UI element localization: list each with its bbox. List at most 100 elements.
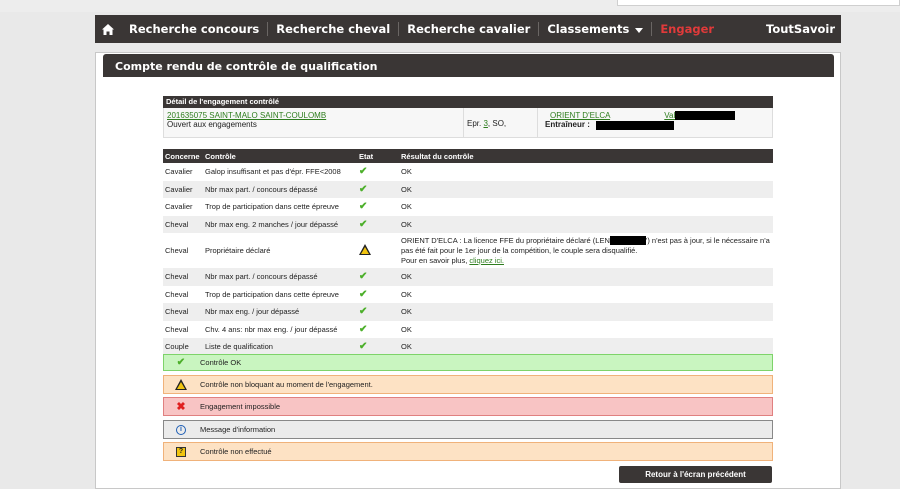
cell-resultat: ORIENT D'ELCA : La licence FFE du propri… xyxy=(399,233,773,268)
cell-concerne: Couple xyxy=(163,338,203,356)
browser-tab[interactable] xyxy=(617,0,900,6)
redacted-rider xyxy=(675,111,736,121)
cell-resultat: OK xyxy=(399,268,773,286)
cell-controle: Liste de qualification xyxy=(203,338,357,356)
epreuve-prefix: Epr. xyxy=(467,119,482,128)
table-row: Cheval Nbr max eng. 2 manches / jour dép… xyxy=(163,215,773,233)
check-icon: ✔ xyxy=(176,357,186,368)
cell-resultat: OK xyxy=(401,324,412,334)
nav-toutsavoir[interactable]: ToutSavoir xyxy=(766,22,841,36)
cell-resultat: OK xyxy=(399,338,773,356)
cell-controle: Nbr max part. / concours dépassé xyxy=(203,268,357,286)
check-icon: ✔ xyxy=(357,268,399,286)
cell-concerne: Cheval xyxy=(165,289,189,299)
legend-err: ✖ Engagement impossible xyxy=(163,397,773,416)
check-icon: ✔ xyxy=(357,303,399,321)
cell-controle: Nbr max part. / concours dépassé xyxy=(203,180,357,198)
nav-recherche-cheval[interactable]: Recherche cheval xyxy=(268,22,400,36)
report-panel: Compte rendu de contrôle de qualificatio… xyxy=(95,52,841,489)
rider-link[interactable]: Val xyxy=(664,111,675,120)
concours-link[interactable]: 201635075 SAINT-MALO SAINT-COULOMB xyxy=(167,111,326,120)
cell-controle: Propriétaire déclaré xyxy=(205,246,271,255)
col-etat: Etat xyxy=(357,149,399,163)
cell-resultat: OK xyxy=(399,303,773,321)
check-icon: ✔ xyxy=(357,338,399,356)
horse-link[interactable]: ORIENT D'ELCA xyxy=(550,111,610,120)
warning-text-a: ORIENT D'ELCA : La licence FFE du propri… xyxy=(401,235,610,245)
warning-icon xyxy=(357,233,399,268)
warning-text-c: Pour en savoir plus, xyxy=(401,255,468,265)
cell-controle: Trop de participation dans cette épreuve xyxy=(205,202,339,212)
table-row: Cavalier Nbr max part. / concours dépass… xyxy=(163,180,773,198)
check-icon: ✔ xyxy=(359,288,368,300)
cell-concerne: Cheval xyxy=(165,324,189,334)
cell-concerne: Cavalier xyxy=(163,180,203,198)
legend-warn-label: Contrôle non bloquant au moment de l'eng… xyxy=(200,380,373,389)
legend-ne-label: Contrôle non effectué xyxy=(200,447,272,456)
cell-resultat: OK xyxy=(399,215,773,233)
table-row: Cavalier Galop insuffisant et pas d'épr.… xyxy=(163,163,773,181)
cell-controle: Galop insuffisant et pas d'épr. FFE<2008 xyxy=(205,167,341,177)
col-concerne: Concerne xyxy=(163,149,203,163)
legend-ok-label: Contrôle OK xyxy=(200,358,242,367)
warning-icon xyxy=(172,379,190,390)
concours-status: Ouvert aux engagements xyxy=(167,120,257,129)
info-icon: i xyxy=(172,424,190,435)
legend-err-label: Engagement impossible xyxy=(200,402,281,411)
table-row: Cavalier Trop de participation dans cett… xyxy=(163,198,773,216)
legend-warn: Contrôle non bloquant au moment de l'eng… xyxy=(163,375,773,394)
nav-classements[interactable]: Classements xyxy=(539,22,653,36)
check-icon: ✔ xyxy=(357,215,399,233)
cliquez-ici-link[interactable]: cliquez ici. xyxy=(469,256,504,265)
nav-classements-label: Classements xyxy=(547,22,630,36)
cell-concerne: Cheval xyxy=(163,215,203,233)
back-button[interactable]: Retour à l'écran précédent xyxy=(619,466,772,483)
detail-body: 201635075 SAINT-MALO SAINT-COULOMB Ouver… xyxy=(163,108,773,138)
close-icon: ✖ xyxy=(176,401,186,413)
legend-not-done: ? Contrôle non effectué xyxy=(163,442,773,461)
cell-controle: Nbr max eng. 2 manches / jour dépassé xyxy=(203,215,357,233)
question-icon: ? xyxy=(172,446,190,457)
nav-recherche-concours[interactable]: Recherche concours xyxy=(121,22,269,36)
legend-info: i Message d'information xyxy=(163,420,773,439)
controls-table: Concerne Contrôle Etat Résultat du contr… xyxy=(163,149,773,356)
cell-controle: Nbr max eng. / jour dépassé xyxy=(203,303,357,321)
check-icon: ✔ xyxy=(359,166,368,178)
table-row: Cheval Nbr max part. / concours dépassé … xyxy=(163,268,773,286)
cell-controle: Trop de participation dans cette épreuve xyxy=(205,289,339,299)
redacted-trainer xyxy=(596,120,675,130)
check-icon: ✔ xyxy=(357,180,399,198)
cell-controle: Chv. 4 ans: nbr max eng. / jour dépassé xyxy=(205,324,338,334)
cell-concerne: Cheval xyxy=(165,246,189,255)
cell-concerne: Cheval xyxy=(163,268,203,286)
nav-recherche-cavalier[interactable]: Recherche cavalier xyxy=(399,22,540,36)
detail-header: Détail de l'engagement contrôlé xyxy=(163,96,773,108)
col-controle: Contrôle xyxy=(203,149,357,163)
cell-concerne: Cavalier xyxy=(165,202,193,212)
table-row: Cheval Nbr max eng. / jour dépassé ✔ OK xyxy=(163,303,773,321)
table-row: Cheval Trop de participation dans cette … xyxy=(163,286,773,304)
check-icon: ✔ xyxy=(359,323,368,335)
engagement-detail: Détail de l'engagement contrôlé 20163507… xyxy=(163,96,773,138)
cell-resultat: OK xyxy=(401,202,412,212)
trainer-label: Entraîneur : xyxy=(545,120,590,130)
table-row: Cheval Propriétaire déclaré ORIENT D'ELC… xyxy=(163,233,773,268)
cell-resultat: OK xyxy=(401,289,412,299)
check-icon: ✔ xyxy=(359,201,368,213)
epreuve-suffix: , SO, xyxy=(487,119,507,128)
cell-concerne: Cheval xyxy=(163,303,203,321)
legend-info-label: Message d'information xyxy=(200,425,276,434)
main-navbar: Recherche concours Recherche cheval Rech… xyxy=(95,15,841,43)
table-row: Couple Liste de qualification ✔ OK xyxy=(163,338,773,356)
panel-title: Compte rendu de contrôle de qualificatio… xyxy=(103,54,834,77)
cell-resultat: OK xyxy=(399,180,773,198)
chevron-down-icon xyxy=(635,28,644,33)
col-resultat: Résultat du contrôle xyxy=(399,149,773,163)
nav-engager[interactable]: Engager xyxy=(652,22,722,36)
cell-concerne: Cavalier xyxy=(165,167,193,177)
home-icon[interactable] xyxy=(95,15,121,43)
browser-top-strip xyxy=(0,0,900,12)
cell-resultat: OK xyxy=(401,167,412,177)
table-row: Cheval Chv. 4 ans: nbr max eng. / jour d… xyxy=(163,321,773,339)
redacted-licence xyxy=(609,236,646,246)
